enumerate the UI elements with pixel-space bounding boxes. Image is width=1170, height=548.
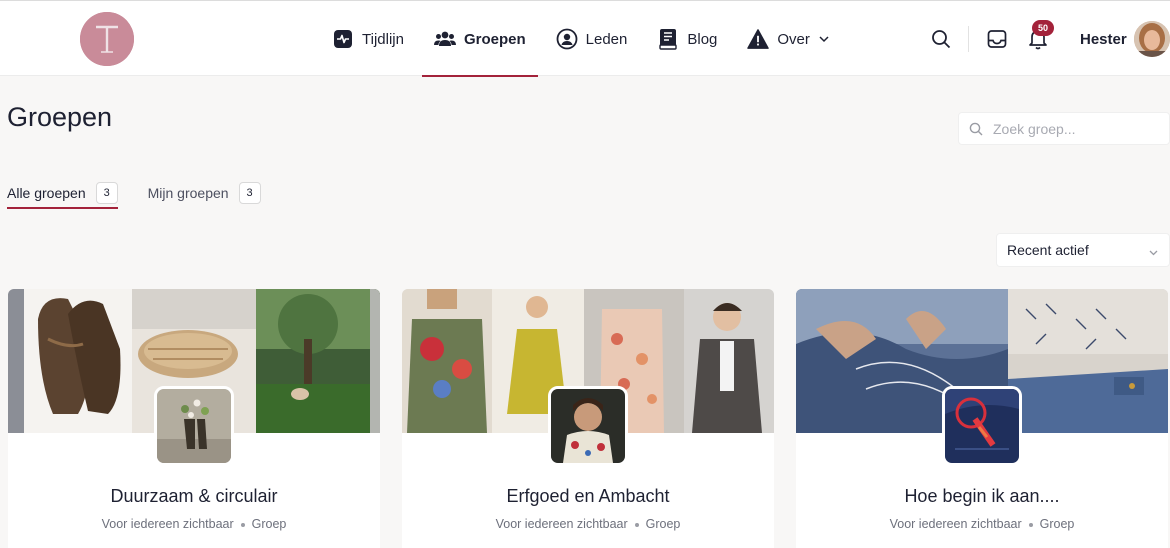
- nav-item-groepen[interactable]: Groepen: [421, 1, 538, 77]
- tab-label: Mijn groepen: [147, 185, 229, 201]
- group-title[interactable]: Duurzaam & circulair: [8, 486, 380, 507]
- nav-label: Tijdlijn: [362, 30, 404, 48]
- tab-mijn-groepen[interactable]: Mijn groepen 3: [148, 178, 261, 208]
- page-title: Groepen: [7, 102, 113, 132]
- sort-select[interactable]: Recent actief: [996, 233, 1170, 267]
- group-avatar: [154, 386, 234, 466]
- warning-icon: [747, 28, 770, 50]
- user-avatar[interactable]: [1134, 21, 1170, 57]
- sort-value: Recent actief: [1007, 242, 1089, 258]
- book-icon: [657, 28, 679, 50]
- group-meta: Voor iedereen zichtbaar Groep: [796, 517, 1168, 531]
- group-card[interactable]: Hoe begin ik aan.... Voor iedereen zicht…: [796, 289, 1168, 548]
- tab-count-badge: 3: [95, 182, 118, 204]
- site-logo[interactable]: [80, 12, 134, 66]
- group-visibility: Voor iedereen zichtbaar: [495, 517, 628, 531]
- separator-dot: [240, 522, 245, 527]
- nav-label: Over: [777, 30, 810, 48]
- activity-icon: [332, 28, 354, 50]
- separator-dot: [1028, 522, 1033, 527]
- tab-label: Alle groepen: [7, 185, 86, 201]
- search-icon[interactable]: [930, 28, 952, 50]
- inbox-icon[interactable]: [986, 28, 1008, 50]
- search-input[interactable]: [993, 120, 1163, 137]
- nav-label: Blog: [687, 30, 718, 48]
- nav-item-leden[interactable]: Leden: [544, 1, 640, 77]
- group-type: Groep: [1039, 517, 1075, 531]
- group-meta: Voor iedereen zichtbaar Groep: [8, 517, 380, 531]
- group-type: Groep: [645, 517, 681, 531]
- separator-dot: [634, 522, 639, 527]
- nav-item-over[interactable]: Over: [735, 1, 842, 77]
- group-meta: Voor iedereen zichtbaar Groep: [402, 517, 774, 531]
- main-nav: Tijdlijn Groepen Leden Blog Over: [320, 1, 848, 77]
- site-header: Tijdlijn Groepen Leden Blog Over 50 Hest…: [0, 0, 1170, 77]
- notification-badge: 50: [1032, 20, 1054, 36]
- search-icon: [969, 122, 983, 136]
- group-avatar: [548, 386, 628, 466]
- users-icon: [433, 28, 456, 50]
- group-card[interactable]: Erfgoed en Ambacht Voor iedereen zichtba…: [402, 289, 774, 548]
- group-title[interactable]: Erfgoed en Ambacht: [402, 486, 774, 507]
- group-card[interactable]: Duurzaam & circulair Voor iedereen zicht…: [8, 289, 380, 548]
- nav-item-tijdlijn[interactable]: Tijdlijn: [320, 1, 416, 77]
- group-tabs: Alle groepen 3 Mijn groepen 3: [7, 178, 291, 209]
- nav-label: Leden: [585, 30, 628, 48]
- tab-count-badge: 3: [238, 182, 261, 204]
- chevron-down-icon: [818, 33, 830, 45]
- group-title[interactable]: Hoe begin ik aan....: [796, 486, 1168, 507]
- tab-alle-groepen[interactable]: Alle groepen 3: [7, 178, 118, 209]
- group-visibility: Voor iedereen zichtbaar: [101, 517, 234, 531]
- group-avatar: [942, 386, 1022, 466]
- chevron-down-icon: [1148, 245, 1159, 261]
- group-type: Groep: [251, 517, 287, 531]
- header-divider: [968, 26, 969, 52]
- nav-label: Groepen: [463, 30, 526, 48]
- group-search[interactable]: [958, 112, 1170, 145]
- user-name[interactable]: Hester: [1080, 31, 1127, 48]
- user-circle-icon: [556, 28, 578, 50]
- group-visibility: Voor iedereen zichtbaar: [889, 517, 1022, 531]
- nav-item-blog[interactable]: Blog: [645, 1, 729, 77]
